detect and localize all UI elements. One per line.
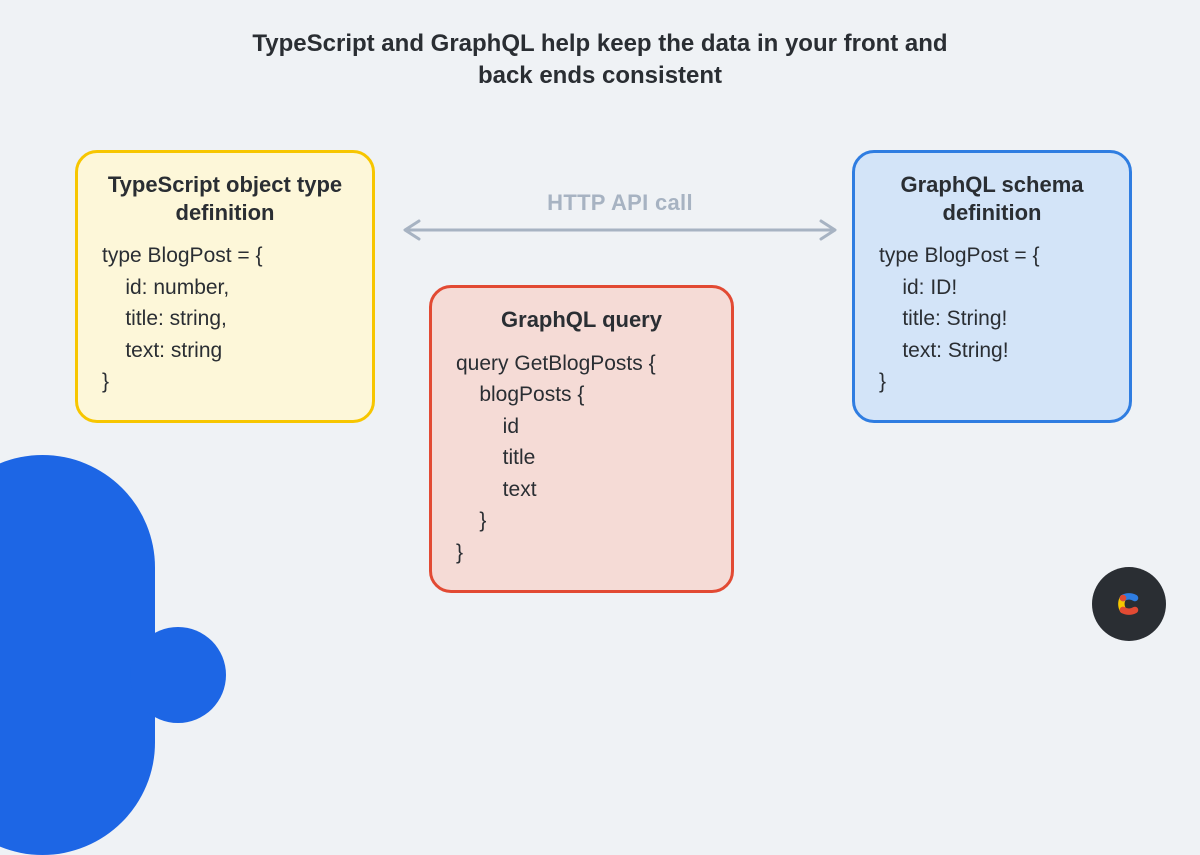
graphql-schema-box: GraphQL schema definition type BlogPost … bbox=[852, 150, 1132, 423]
schema-code: type BlogPost = { id: ID! title: String!… bbox=[879, 240, 1105, 398]
typescript-code: type BlogPost = { id: number, title: str… bbox=[102, 240, 348, 398]
typescript-definition-box: TypeScript object type definition type B… bbox=[75, 150, 375, 423]
graphql-query-box: GraphQL query query GetBlogPosts { blogP… bbox=[429, 285, 734, 593]
decorative-shape-small bbox=[130, 627, 226, 723]
query-box-heading: GraphQL query bbox=[456, 306, 707, 334]
typescript-box-heading: TypeScript object type definition bbox=[102, 171, 348, 226]
schema-box-heading: GraphQL schema definition bbox=[879, 171, 1105, 226]
http-arrow: HTTP API call bbox=[395, 190, 845, 242]
contentful-logo-icon bbox=[1092, 567, 1166, 641]
decorative-shape-large bbox=[0, 455, 155, 855]
diagram-title: TypeScript and GraphQL help keep the dat… bbox=[250, 28, 950, 93]
arrow-label: HTTP API call bbox=[395, 190, 845, 216]
double-arrow-icon bbox=[395, 218, 845, 242]
query-code: query GetBlogPosts { blogPosts { id titl… bbox=[456, 348, 707, 569]
